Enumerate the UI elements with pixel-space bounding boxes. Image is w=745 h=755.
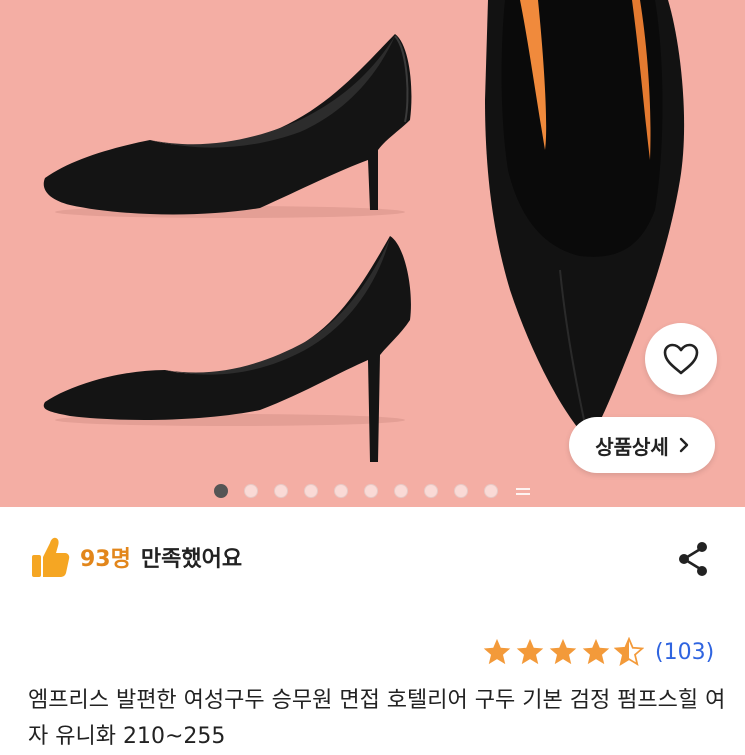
share-icon: [679, 542, 707, 576]
menu-lines-icon[interactable]: [516, 484, 532, 498]
wishlist-button[interactable]: [645, 323, 717, 395]
review-count-link[interactable]: (103): [655, 640, 714, 665]
star-full-icon: [582, 638, 610, 665]
chevron-right-icon: [679, 437, 689, 453]
product-detail-label: 상품상세: [595, 434, 669, 459]
thumbs-up-icon: [32, 537, 70, 577]
carousel-dot[interactable]: [304, 484, 318, 498]
star-half-icon: [614, 637, 644, 666]
satisfaction-text: 만족했어요: [140, 547, 243, 572]
rating-summary[interactable]: (103): [482, 632, 714, 672]
carousel-dot[interactable]: [454, 484, 468, 498]
star-full-icon: [516, 638, 544, 665]
carousel-indicator: [0, 482, 745, 502]
carousel-dot[interactable]: [364, 484, 378, 498]
product-title: 엠프리스 발편한 여성구두 승무원 면접 호텔리어 구두 기본 검정 펌프스힐 …: [28, 688, 726, 749]
carousel-dot[interactable]: [274, 484, 288, 498]
heart-icon: [663, 343, 699, 375]
carousel-dot[interactable]: [214, 484, 228, 498]
carousel-dot[interactable]: [244, 484, 258, 498]
product-detail-button[interactable]: 상품상세: [569, 417, 715, 473]
product-image-carousel[interactable]: 상품상세: [0, 0, 745, 507]
satisfaction-summary: 93명 만족했어요: [30, 532, 242, 582]
carousel-dot[interactable]: [394, 484, 408, 498]
shoe-upper: [43, 34, 412, 218]
star-full-icon: [549, 638, 577, 665]
carousel-dot[interactable]: [424, 484, 438, 498]
carousel-dot[interactable]: [334, 484, 348, 498]
carousel-dot[interactable]: [484, 484, 498, 498]
satisfaction-count: 93명: [80, 547, 131, 572]
star-full-icon: [483, 638, 511, 665]
share-button[interactable]: [672, 538, 714, 580]
shoe-lower: [43, 236, 411, 462]
